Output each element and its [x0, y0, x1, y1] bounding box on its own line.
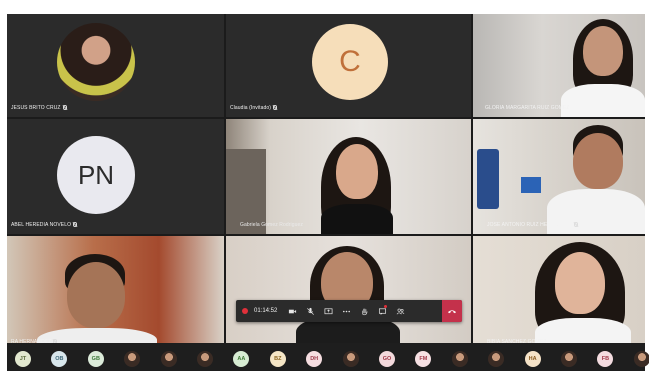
- hang-up-icon: [448, 310, 456, 314]
- attendee-avatar[interactable]: [160, 351, 177, 367]
- video-person: [583, 26, 623, 76]
- participant-tile-8[interactable]: [226, 236, 471, 351]
- attendee-avatar[interactable]: [124, 351, 141, 367]
- attendee-avatar[interactable]: [197, 351, 213, 367]
- participant-name: Gabriela Gomez Rodriguez: [240, 222, 303, 228]
- participant-name: JESUS BRITO CRUZ: [11, 105, 67, 111]
- attendee-avatar[interactable]: [342, 351, 359, 367]
- share-screen-button[interactable]: [319, 300, 337, 322]
- attendee-avatar[interactable]: [488, 351, 505, 367]
- participant-tile-ra-hernandez[interactable]: RA HERNANDEZ: [7, 236, 224, 351]
- participant-name: ABEL HEREDIA NOVELO: [11, 222, 78, 228]
- mic-muted-icon: [574, 222, 579, 228]
- participants-icon: [396, 308, 405, 314]
- video-background: [477, 149, 499, 209]
- video-person: [555, 252, 605, 314]
- mic-muted-icon: [73, 222, 78, 228]
- notification-dot: [384, 305, 388, 308]
- attendee-avatar[interactable]: [451, 351, 468, 367]
- participant-name: GLORIA MARGARITA RUIZ GOMEZ: [485, 105, 570, 111]
- video-person: [573, 133, 623, 189]
- microphone-button[interactable]: [301, 300, 319, 322]
- attendee-strip: JT OB GB AA BZ DH GO FM HA FB: [7, 343, 649, 371]
- attendee-avatar[interactable]: AA: [233, 351, 250, 367]
- video-person: [336, 144, 378, 199]
- attendee-avatar[interactable]: OB: [51, 351, 68, 367]
- participant-tile-jesus-brito-cruz[interactable]: JESUS BRITO CRUZ: [7, 14, 224, 117]
- hang-up-button[interactable]: [442, 300, 462, 322]
- participants-button[interactable]: [391, 300, 409, 322]
- avatar-initials-claudia: C: [312, 24, 388, 100]
- meeting-toolbar: 01:14:52: [236, 300, 462, 322]
- attendee-avatar[interactable]: GO: [379, 351, 395, 367]
- participant-tile-claudia[interactable]: C Claudia (Invitado): [226, 14, 471, 117]
- attendee-avatar[interactable]: BZ: [269, 351, 286, 367]
- camera-icon: [288, 309, 296, 313]
- video-person: [561, 84, 645, 117]
- attendee-avatar[interactable]: [561, 351, 577, 367]
- attendee-avatar[interactable]: HA: [524, 351, 541, 367]
- more-icon: [342, 310, 350, 312]
- camera-button[interactable]: [283, 300, 301, 322]
- video-person: [321, 204, 393, 234]
- raise-hand-button[interactable]: [355, 300, 373, 322]
- participant-name: JOSE ANTONIO RUIZ HERNANDEZ: [487, 222, 579, 228]
- participant-tile-jose-antonio[interactable]: JOSE ANTONIO RUIZ HERNANDEZ: [473, 119, 645, 234]
- video-person: [67, 262, 125, 328]
- chat-button[interactable]: [373, 300, 391, 322]
- attendee-avatar[interactable]: GB: [87, 351, 104, 367]
- mic-muted-icon: [62, 105, 67, 111]
- attendee-avatar[interactable]: [633, 351, 649, 367]
- attendee-avatar[interactable]: JT: [15, 351, 31, 367]
- recording-indicator-icon: [242, 308, 248, 314]
- participant-tile-abel-heredia[interactable]: PN ABEL HEREDIA NOVELO: [7, 119, 224, 234]
- avatar-initials-pn: PN: [57, 136, 135, 214]
- mic-muted-icon: [273, 105, 277, 111]
- video-background: [521, 177, 541, 193]
- meeting-timer: 01:14:52: [254, 308, 278, 314]
- microphone-icon: [306, 307, 314, 315]
- participant-name: Claudia (Invitado): [230, 105, 277, 111]
- avatar-photo-jesus: [57, 23, 135, 101]
- attendee-avatar[interactable]: FM: [415, 351, 432, 367]
- participant-tile-bibia[interactable]: BIBIA SANCHEZ GOMEZ: [473, 236, 645, 351]
- participant-tile-gabriela[interactable]: Gabriela Gomez Rodriguez: [226, 119, 471, 234]
- share-screen-icon: [324, 307, 333, 314]
- raise-hand-icon: [362, 308, 368, 315]
- attendee-avatar[interactable]: DH: [306, 351, 323, 367]
- more-button[interactable]: [337, 300, 355, 322]
- attendee-avatar[interactable]: FB: [597, 351, 614, 367]
- participant-tile-gloria[interactable]: GLORIA MARGARITA RUIZ GOMEZ: [473, 14, 645, 117]
